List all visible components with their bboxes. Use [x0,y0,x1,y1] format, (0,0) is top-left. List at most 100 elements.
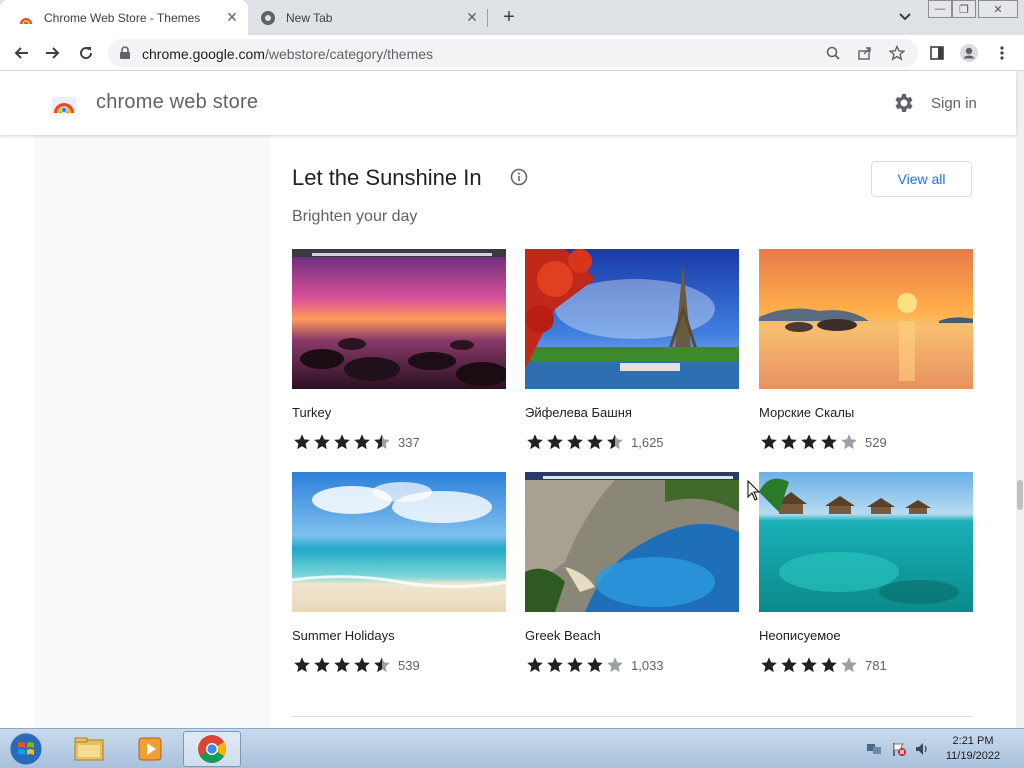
view-all-button[interactable]: View all [871,161,972,197]
theme-thumbnail[interactable] [525,472,739,612]
star-full-icon [821,434,837,450]
rating-stars [525,433,625,451]
chrome-web-store-favicon-icon [20,17,32,24]
star-half-icon [374,657,390,673]
theme-card-summer-holidays[interactable]: Summer Holidays 539 [292,472,506,674]
theme-rating: 337 [292,433,506,451]
clock-time: 2:21 PM [952,735,994,747]
star-empty-icon [841,657,857,673]
reload-icon[interactable] [75,42,97,64]
restore-window-button[interactable]: ❐ [952,0,976,18]
theme-card-indescribable[interactable]: Неописуемое 781 [759,472,973,674]
windows-start-button-icon[interactable] [6,731,46,767]
star-half-icon [374,434,390,450]
rating-count: 1,625 [631,434,664,450]
tab-new-tab[interactable]: New Tab ✕ [248,0,488,35]
forward-arrow-icon[interactable] [42,42,64,64]
rating-count: 337 [398,434,420,450]
tab-separator [487,9,488,27]
back-arrow-icon[interactable] [10,42,32,64]
rating-count: 781 [865,657,887,673]
theme-name[interactable]: Эйфелева Башня [525,405,739,421]
rating-count: 1,033 [631,657,664,673]
bookmark-star-icon[interactable] [889,45,905,61]
star-full-icon [314,657,330,673]
theme-rating: 539 [292,656,506,674]
theme-rating: 529 [759,433,973,451]
section-subtitle: Brighten your day [292,208,418,225]
star-full-icon [294,434,310,450]
star-full-icon [781,657,797,673]
star-full-icon [314,434,330,450]
rating-stars [759,656,859,674]
clock-date: 11/19/2022 [945,750,1001,762]
theme-card-turkey[interactable]: Turkey 337 [292,249,506,451]
star-full-icon [547,434,563,450]
theme-card-sea-cliffs[interactable]: Морские Скалы 529 [759,249,973,451]
sign-in-link[interactable]: Sign in [931,95,977,112]
theme-thumbnail[interactable] [292,249,506,389]
rating-stars [292,433,392,451]
close-tab-icon[interactable]: ✕ [464,9,480,26]
section-title: Let the Sunshine In [292,165,482,190]
rating-stars [292,656,392,674]
system-clock[interactable]: 2:21 PM 11/19/2022 [940,734,1006,764]
star-full-icon [527,657,543,673]
new-tab-button[interactable]: + [498,6,520,28]
action-center-flag-icon[interactable] [891,741,907,757]
star-full-icon [354,657,370,673]
taskbar-chrome-icon[interactable] [183,731,241,767]
volume-speaker-icon[interactable] [914,741,930,757]
profile-avatar-icon[interactable] [958,42,980,64]
theme-name[interactable]: Морские Скалы [759,405,973,421]
close-window-button[interactable]: ✕ [978,0,1018,18]
star-full-icon [781,434,797,450]
network-tray-icon[interactable] [866,741,882,757]
search-zoom-icon[interactable] [825,45,841,61]
theme-thumbnail[interactable] [525,249,739,389]
theme-thumbnail[interactable] [292,472,506,612]
theme-card-eiffel-tower[interactable]: Эйфелева Башня 1,625 [525,249,739,451]
tab-strip: Chrome Web Store - Themes ✕ New Tab ✕ + … [0,0,1024,35]
tab-chrome-web-store[interactable]: Chrome Web Store - Themes ✕ [0,0,248,35]
share-icon[interactable] [857,45,873,61]
page-scrollbar[interactable] [1016,71,1024,728]
star-full-icon [801,434,817,450]
theme-name[interactable]: Неописуемое [759,628,973,644]
store-name[interactable]: chrome web store [96,91,258,114]
star-full-icon [354,434,370,450]
taskbar-media-player-icon[interactable] [121,731,179,767]
star-full-icon [587,657,603,673]
info-icon[interactable] [510,168,528,186]
kebab-menu-icon[interactable] [991,42,1013,64]
theme-thumbnail[interactable] [759,472,973,612]
section-divider [292,716,972,717]
close-tab-icon[interactable]: ✕ [224,9,240,26]
theme-name[interactable]: Summer Holidays [292,628,506,644]
category-sidebar [34,135,271,728]
rating-count: 529 [865,434,887,450]
theme-rating: 781 [759,656,973,674]
chrome-favicon-icon [261,10,275,25]
minimize-window-button[interactable]: — [928,0,952,18]
side-panel-icon[interactable] [926,42,948,64]
address-bar[interactable]: chrome.google.com/webstore/category/them… [108,39,918,67]
star-full-icon [567,657,583,673]
star-full-icon [334,657,350,673]
star-empty-icon [607,657,623,673]
theme-name[interactable]: Turkey [292,405,506,421]
star-half-icon [607,434,623,450]
theme-card-greek-beach[interactable]: Greek Beach 1,033 [525,472,739,674]
tab-title: Chrome Web Store - Themes [44,10,201,25]
scrollbar-thumb[interactable] [1017,480,1023,510]
windows-taskbar: 2:21 PM 11/19/2022 [0,728,1024,768]
rating-stars [525,656,625,674]
taskbar-explorer-folder-icon[interactable] [60,731,118,767]
chrome-web-store-logo-icon[interactable] [51,89,77,115]
lock-icon[interactable] [118,46,132,60]
tab-search-chevron-icon[interactable] [896,8,914,26]
theme-rating: 1,625 [525,433,739,451]
gear-icon[interactable] [892,91,916,115]
theme-thumbnail[interactable] [759,249,973,389]
theme-name[interactable]: Greek Beach [525,628,739,644]
